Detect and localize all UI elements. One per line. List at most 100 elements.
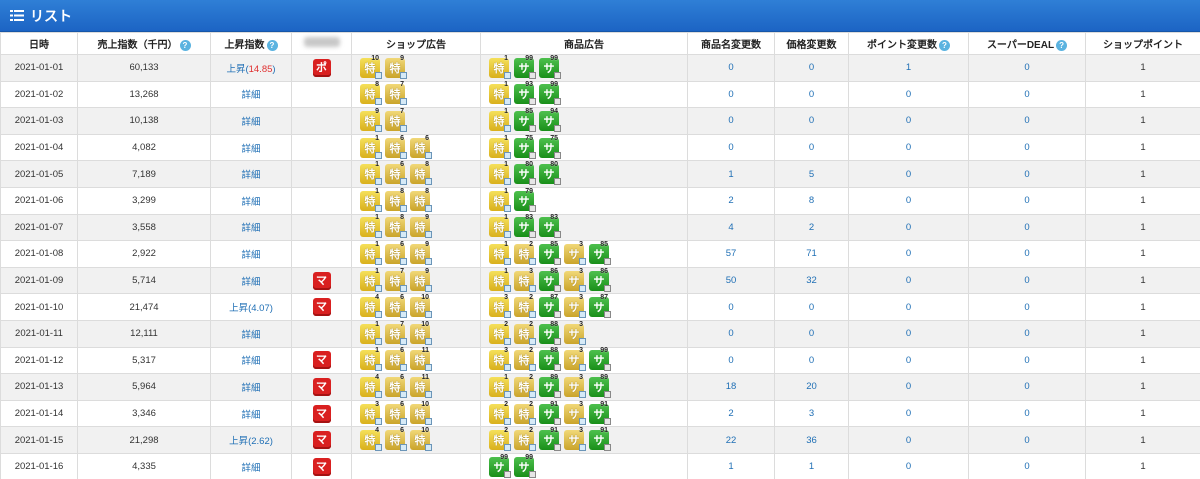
price-change-value[interactable]: 0 [809,355,814,366]
item-ad-icon[interactable]: 特1 [489,188,511,212]
point-change-value[interactable]: 0 [906,89,911,100]
point-change-value[interactable]: 0 [906,195,911,206]
item-ad-icon[interactable]: サ 91 [539,401,561,425]
item-ad-icon[interactable]: サ3 [564,401,586,425]
name-change-value[interactable]: 0 [728,89,733,100]
col-header-item-ad[interactable]: 商品広告 [480,32,688,55]
item-ad-icon[interactable]: サ3 [564,427,586,452]
item-ad-icon[interactable]: 特2 [514,427,536,452]
shop-ad-icon[interactable]: 特1 [360,214,382,239]
item-ad-icon[interactable]: サ 89 [589,374,611,398]
shop-ad-icon[interactable]: 特 10 [410,427,432,452]
shop-ad-icon[interactable]: 特8 [410,161,432,186]
super-deal-value[interactable]: 0 [1024,328,1029,339]
price-change-value[interactable]: 2 [809,222,814,233]
detail-link[interactable]: 詳細 [241,197,260,208]
point-change-value[interactable]: 0 [906,222,911,233]
shop-ad-icon[interactable]: 特9 [410,241,432,265]
item-ad-icon[interactable]: サ3 [564,268,586,292]
status-badge[interactable]: マ [312,271,331,290]
status-badge[interactable]: ポ [312,58,331,77]
name-change-value[interactable]: 1 [728,169,733,180]
item-ad-icon[interactable]: 特2 [514,241,536,265]
item-ad-icon[interactable]: 特1 [489,135,511,159]
col-header-date[interactable]: 日時 [0,32,78,55]
name-change-value[interactable]: 1 [728,461,733,472]
price-change-value[interactable]: 0 [809,142,814,153]
shop-ad-icon[interactable]: 特9 [360,108,382,132]
shop-ad-icon[interactable]: 特4 [360,374,382,398]
name-change-value[interactable]: 57 [726,248,737,259]
detail-link[interactable]: 詳細 [241,330,260,341]
item-ad-icon[interactable]: サ 99 [514,55,536,79]
shop-ad-icon[interactable]: 特4 [360,427,382,452]
shop-ad-icon[interactable]: 特7 [385,108,407,132]
shop-ad-icon[interactable]: 特1 [360,241,382,265]
rise-link[interactable]: 上昇(14.85) [226,64,275,75]
shop-ad-icon[interactable]: 特8 [410,188,432,212]
item-ad-icon[interactable]: サ 91 [589,427,611,452]
detail-link[interactable]: 詳細 [241,356,260,367]
super-deal-value[interactable]: 0 [1024,275,1029,286]
item-ad-icon[interactable]: 特2 [489,401,511,425]
price-change-value[interactable]: 1 [809,461,814,472]
col-header-shop-ad[interactable]: ショップ広告 [351,32,481,55]
point-change-value[interactable]: 0 [906,355,911,366]
item-ad-icon[interactable]: サ 99 [514,454,536,478]
item-ad-icon[interactable]: サ 87 [589,294,611,319]
super-deal-value[interactable]: 0 [1024,302,1029,313]
item-ad-icon[interactable]: 特1 [489,268,511,292]
super-deal-value[interactable]: 0 [1024,355,1029,366]
name-change-value[interactable]: 22 [726,435,737,446]
shop-ad-icon[interactable]: 特 11 [410,347,432,372]
item-ad-icon[interactable]: サ 91 [539,427,561,452]
point-change-value[interactable]: 0 [906,302,911,313]
super-deal-value[interactable]: 0 [1024,248,1029,259]
shop-ad-icon[interactable]: 特6 [385,347,407,372]
shop-ad-icon[interactable]: 特6 [385,135,407,159]
detail-link[interactable]: 詳細 [241,170,260,181]
detail-link[interactable]: 詳細 [241,223,260,234]
point-change-value[interactable]: 0 [906,169,911,180]
status-badge[interactable]: マ [312,457,331,476]
item-ad-icon[interactable]: 特2 [489,427,511,452]
shop-ad-icon[interactable]: 特9 [410,214,432,239]
point-change-value[interactable]: 0 [906,115,911,126]
shop-ad-icon[interactable]: 特6 [385,401,407,425]
item-ad-icon[interactable]: サ 79 [514,188,536,212]
name-change-value[interactable]: 18 [726,381,737,392]
item-ad-icon[interactable]: サ 99 [489,454,511,478]
item-ad-icon[interactable]: サ 88 [539,347,561,372]
item-ad-icon[interactable]: サ 88 [539,321,561,345]
item-ad-icon[interactable]: サ 83 [514,214,536,239]
shop-ad-icon[interactable]: 特 10 [410,401,432,425]
col-header-sales[interactable]: 売上指数（千円）? [77,32,211,55]
item-ad-icon[interactable]: サ3 [564,347,586,372]
super-deal-value[interactable]: 0 [1024,142,1029,153]
shop-ad-icon[interactable]: 特6 [410,135,432,159]
item-ad-icon[interactable]: 特3 [489,347,511,372]
name-change-value[interactable]: 0 [728,355,733,366]
item-ad-icon[interactable]: サ 75 [539,135,561,159]
item-ad-icon[interactable]: サ3 [564,241,586,265]
shop-ad-icon[interactable]: 特7 [385,81,407,106]
item-ad-icon[interactable]: サ 85 [539,241,561,265]
col-header-point-change[interactable]: ポイント変更数? [848,32,969,55]
item-ad-icon[interactable]: 特1 [489,214,511,239]
help-icon[interactable]: ? [1056,39,1068,51]
super-deal-value[interactable]: 0 [1024,115,1029,126]
item-ad-icon[interactable]: 特2 [514,401,536,425]
name-change-value[interactable]: 2 [728,408,733,419]
status-badge[interactable]: マ [312,298,331,317]
item-ad-icon[interactable]: サ 87 [539,294,561,319]
point-change-value[interactable]: 1 [906,62,911,73]
shop-ad-icon[interactable]: 特7 [385,321,407,345]
shop-ad-icon[interactable]: 特8 [385,214,407,239]
status-badge[interactable]: マ [312,377,331,396]
detail-link[interactable]: 詳細 [241,90,260,101]
name-change-value[interactable]: 4 [728,222,733,233]
name-change-value[interactable]: 0 [728,328,733,339]
name-change-value[interactable]: 0 [728,62,733,73]
item-ad-icon[interactable]: サ 86 [539,268,561,292]
help-icon[interactable]: ? [939,39,950,51]
